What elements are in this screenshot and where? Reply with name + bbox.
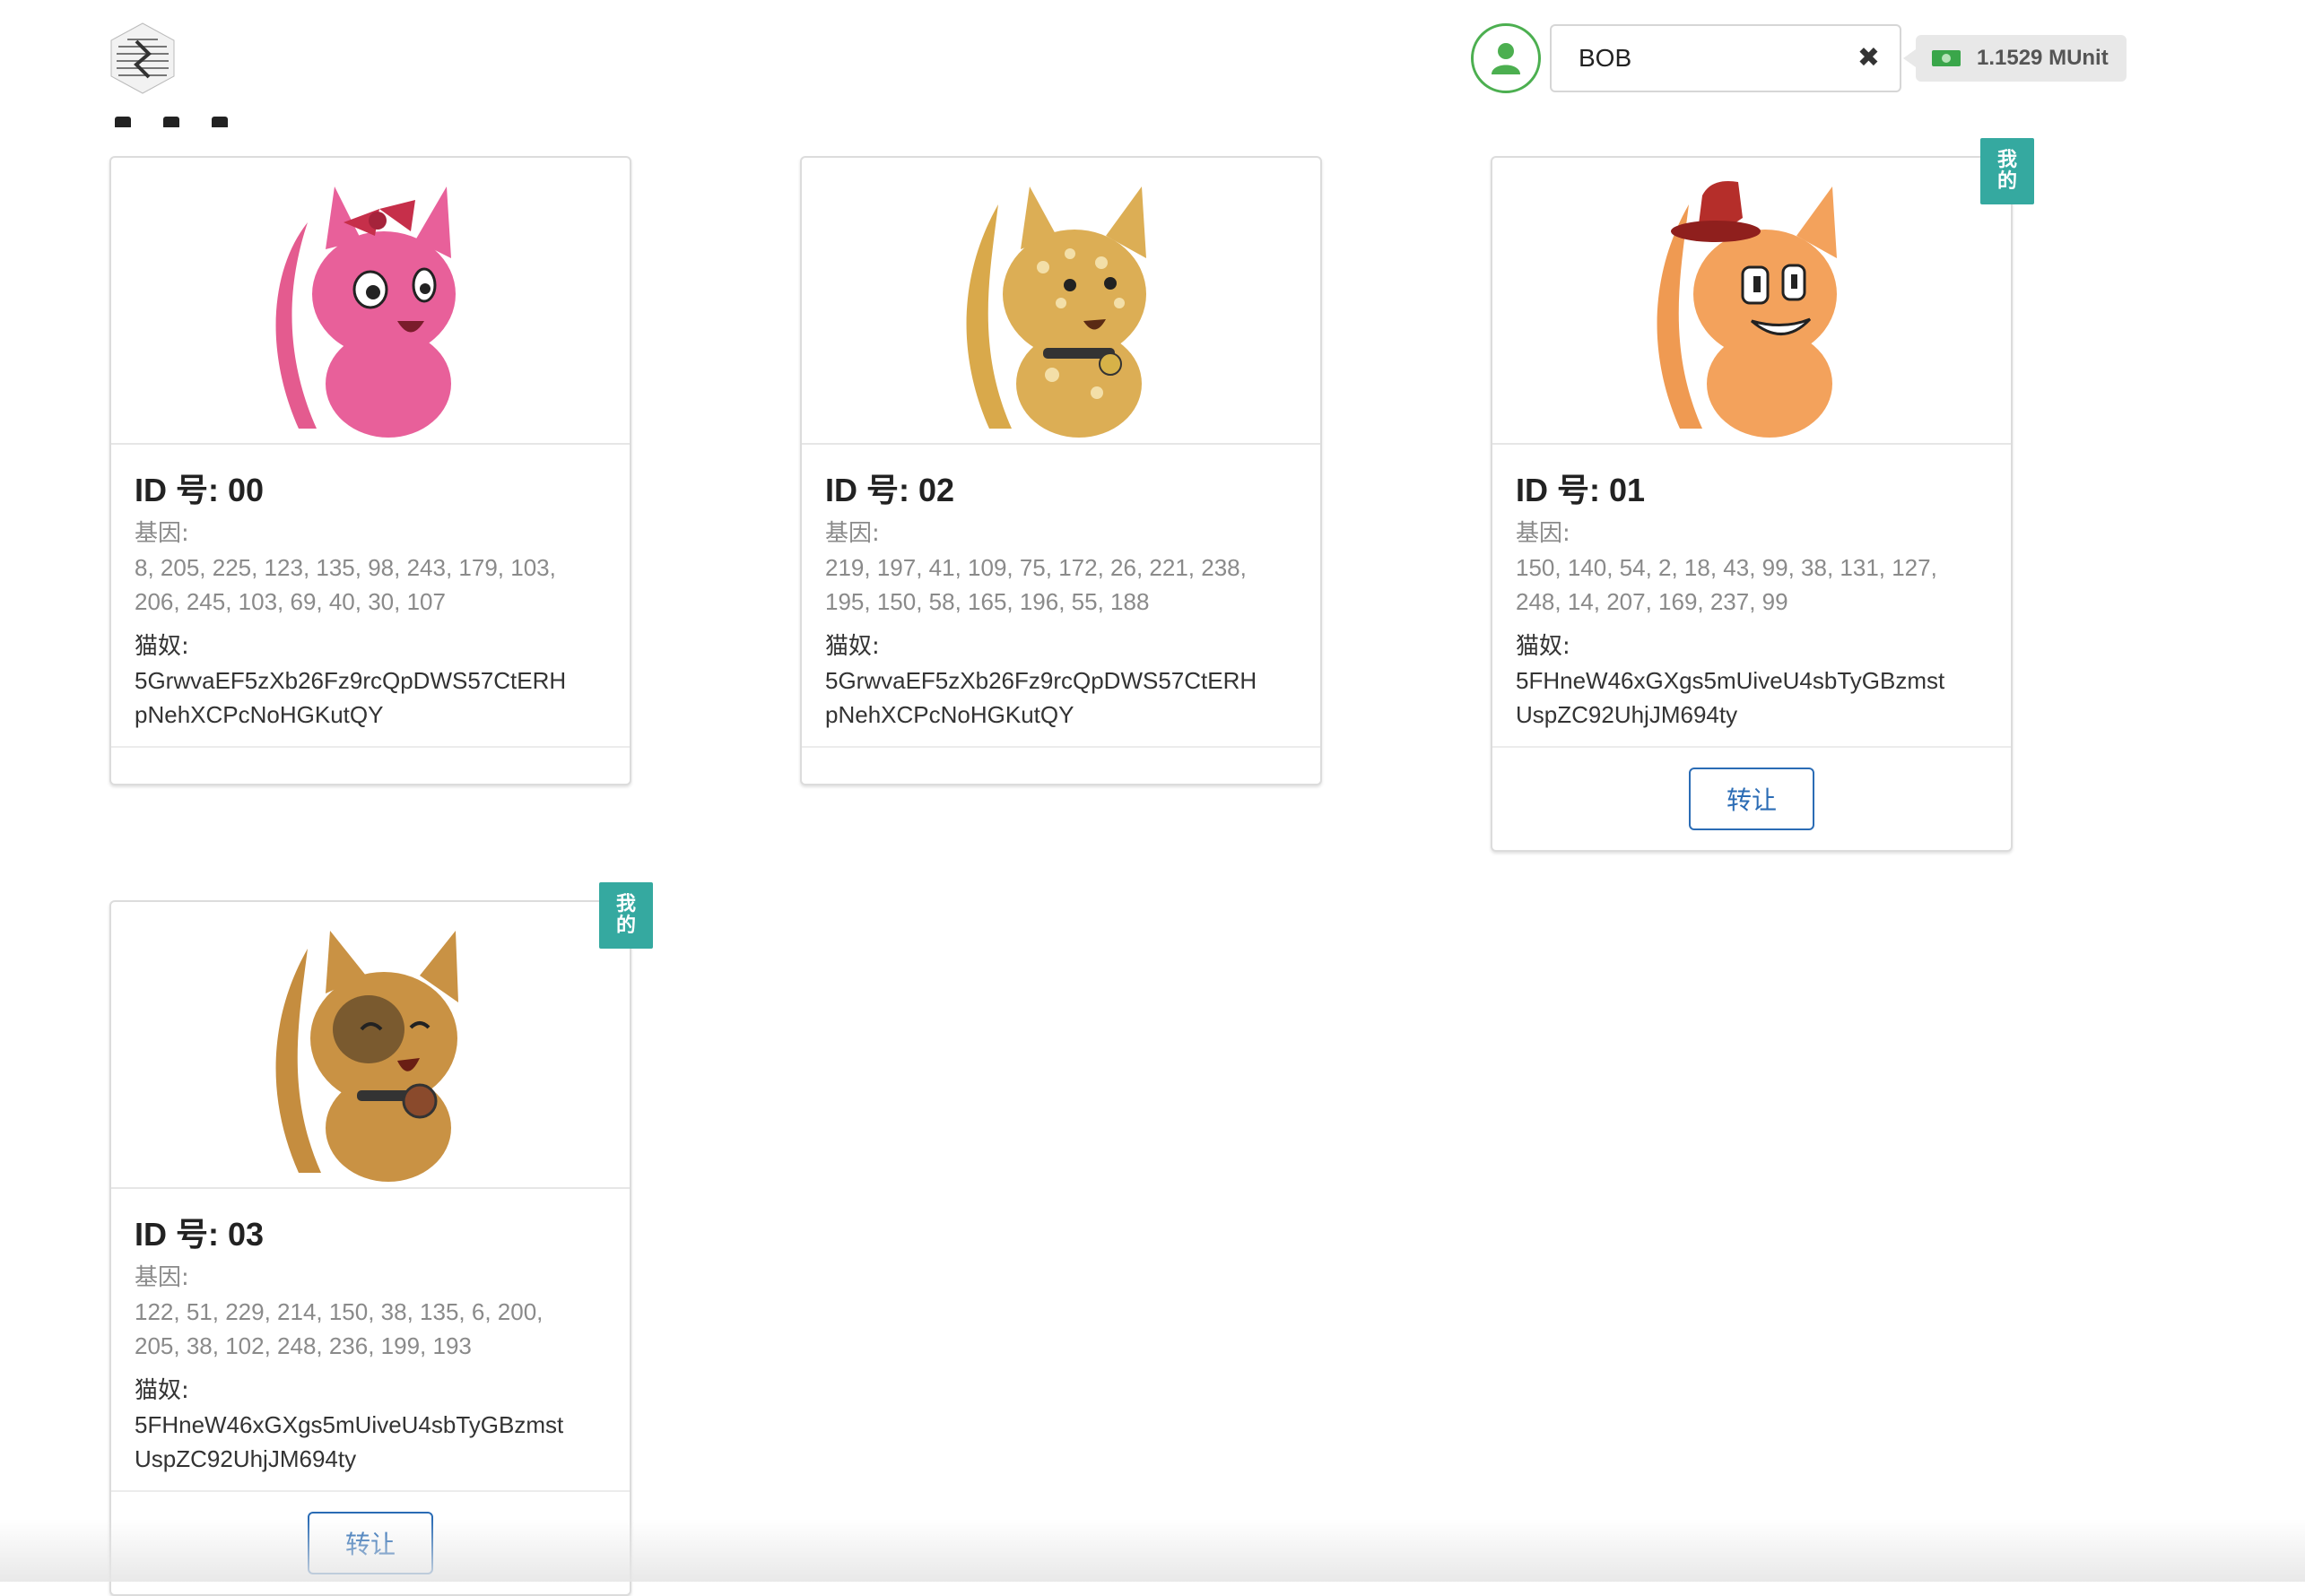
app-logo — [109, 22, 176, 95]
kitty-card: ID 号: 02 基因: 219, 197, 41, 109, 75, 172,… — [800, 156, 1322, 785]
balance-badge: 1.1529 MUnit — [1903, 35, 2127, 82]
kitty-card: ID 号: 00 基因: 8, 205, 225, 123, 135, 98, … — [109, 156, 631, 785]
card-footer — [802, 746, 1320, 784]
account-name: BOB — [1579, 44, 1632, 72]
card-footer — [111, 746, 630, 784]
account-bar: BOB ✖ 1.1529 MUnit — [1471, 22, 2127, 95]
kitty-image — [1492, 158, 2011, 445]
owner-address: UspZC92UhjJM694ty — [1516, 701, 1738, 728]
genes-line: 206, 245, 103, 69, 40, 30, 107 — [135, 588, 446, 615]
page-title-clipped — [115, 100, 294, 127]
genes-label: 基因: — [135, 1264, 189, 1291]
spotted-cat-with-bell-icon — [966, 186, 1146, 438]
close-icon[interactable]: ✖ — [1857, 45, 1880, 72]
genes-line: 248, 14, 207, 169, 237, 99 — [1516, 588, 1788, 615]
genes-label: 基因: — [825, 520, 880, 547]
owner-label: 猫奴: — [135, 1377, 189, 1404]
owner-address: 5FHneW46xGXgs5mUiveU4sbTyGBzmst — [135, 1411, 564, 1438]
owner-label: 猫奴: — [135, 633, 189, 660]
transfer-button[interactable]: 转让 — [1689, 768, 1814, 830]
user-icon — [1492, 43, 1520, 74]
genes-label: 基因: — [1516, 520, 1570, 547]
bottom-fade — [0, 1519, 2305, 1582]
genes-line: 205, 38, 102, 248, 236, 199, 193 — [135, 1332, 472, 1359]
card-footer: 转让 — [1492, 746, 2011, 850]
genes-label: 基因: — [135, 520, 189, 547]
account-selector[interactable]: BOB ✖ — [1550, 24, 1901, 92]
genes-line: 8, 205, 225, 123, 135, 98, 243, 179, 103… — [135, 554, 556, 581]
kitty-id: ID 号: 02 — [825, 472, 955, 508]
user-avatar[interactable] — [1471, 23, 1541, 93]
genes-line: 219, 197, 41, 109, 75, 172, 26, 221, 238… — [825, 554, 1247, 581]
owner-label: 猫奴: — [1516, 633, 1570, 660]
owner-address: 5FHneW46xGXgs5mUiveU4sbTyGBzmst — [1516, 667, 1945, 694]
owner-label: 猫奴: — [825, 633, 880, 660]
brown-cat-with-collar-icon — [275, 931, 458, 1182]
owner-address: pNehXCPcNoHGKutQY — [825, 701, 1074, 728]
kitty-card: 我 的 ID 号: 01 基因: 150, 140, 54, 2, 18, 43… — [1491, 138, 2034, 852]
kitty-image — [802, 158, 1320, 445]
owner-address: pNehXCPcNoHGKutQY — [135, 701, 384, 728]
genes-line: 122, 51, 229, 214, 150, 38, 135, 6, 200, — [135, 1298, 544, 1325]
kitty-id: ID 号: 00 — [135, 472, 265, 508]
kitty-image — [111, 158, 630, 445]
genes-line: 150, 140, 54, 2, 18, 43, 99, 38, 131, 12… — [1516, 554, 1937, 581]
banknote-icon — [1932, 50, 1961, 66]
genes-line: 195, 150, 58, 165, 196, 55, 188 — [825, 588, 1150, 615]
kitty-id: ID 号: 01 — [1516, 472, 1646, 508]
balance-value: 1.1529 MUnit — [1977, 46, 2109, 70]
owner-address: 5GrwvaEF5zXb26Fz9rcQpDWS57CtERH — [135, 667, 567, 694]
kitty-image — [111, 902, 630, 1189]
kitty-card: 我 的 ID 号: 03 基因: 122, 51, 229, 214, 150,… — [109, 882, 653, 1596]
owner-address: 5GrwvaEF5zXb26Fz9rcQpDWS57CtERH — [825, 667, 1257, 694]
owner-address: UspZC92UhjJM694ty — [135, 1445, 357, 1472]
kitty-id: ID 号: 03 — [135, 1216, 265, 1253]
orange-cat-with-hat-icon — [1657, 181, 1837, 438]
pink-cat-with-bow-icon — [275, 186, 456, 438]
